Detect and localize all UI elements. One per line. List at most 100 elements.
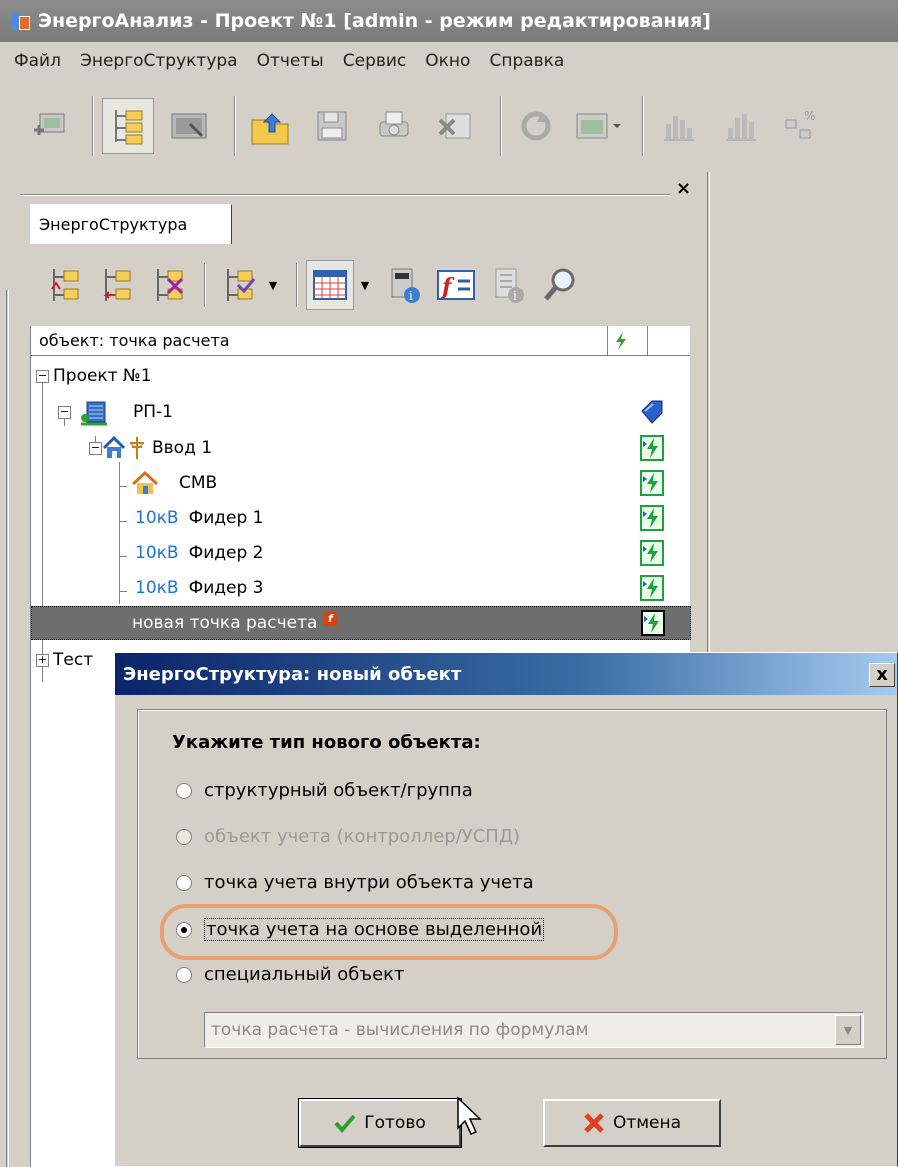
tree-item-label: РП-1: [133, 402, 173, 422]
tree-item-label: Фидер 3: [188, 578, 264, 598]
tree-add-down-icon[interactable]: [92, 260, 140, 310]
radio-icon[interactable]: [176, 966, 192, 983]
menu-file[interactable]: Файл: [14, 51, 61, 71]
tree-item-smv[interactable]: СМВ: [31, 465, 691, 501]
menu-window[interactable]: Окно: [425, 51, 470, 71]
panel-close-icon[interactable]: ×: [676, 178, 691, 199]
house-icon: [102, 435, 126, 458]
power-pole-icon: [129, 437, 145, 459]
add-window-icon[interactable]: [22, 98, 74, 154]
tree-item-new-calc-point[interactable]: новая точка расчета f: [31, 606, 691, 640]
console-icon[interactable]: [164, 98, 216, 154]
option-structural-object[interactable]: структурный объект/группа: [176, 780, 473, 801]
tree-item-feeder3[interactable]: 10кВ Фидер 3: [31, 570, 691, 606]
voltage-label: 10кВ: [135, 578, 179, 598]
svg-text:%: %: [804, 109, 815, 123]
option-point-inside-object[interactable]: точка учета внутри объекта учета: [176, 872, 534, 893]
tree-check-icon[interactable]: [214, 260, 262, 310]
structure-toolbar: ▼ ▼ i f i: [30, 246, 690, 324]
tree-add-up-icon[interactable]: [40, 260, 88, 310]
dock-grip[interactable]: [20, 194, 670, 196]
tree-item-label: Тест: [53, 650, 94, 670]
chevron-down-icon: ▼: [835, 1015, 861, 1045]
mouse-cursor-icon: [457, 1096, 482, 1135]
energy-status-icon: [640, 505, 664, 531]
menu-help[interactable]: Справка: [489, 51, 564, 71]
tree-view-icon[interactable]: [102, 98, 154, 154]
svg-text:i: i: [409, 289, 413, 303]
option-label: специальный объект: [204, 964, 405, 985]
tree-item-input1[interactable]: − Ввод 1: [31, 430, 691, 466]
tree-item-feeder1[interactable]: 10кВ Фидер 1: [31, 500, 691, 536]
tree-item-label: Фидер 1: [188, 508, 264, 528]
percent-chart-icon[interactable]: %: [776, 98, 828, 154]
formula-icon[interactable]: f: [432, 260, 480, 310]
collapse-icon[interactable]: −: [89, 441, 102, 455]
cancel-button[interactable]: Отмена: [543, 1099, 721, 1147]
radio-icon[interactable]: [176, 782, 192, 799]
dialog-heading: Укажите тип нового объекта:: [172, 732, 481, 753]
menu-energystructure[interactable]: ЭнергоСтруктура: [80, 51, 238, 71]
meter-info-icon[interactable]: i: [380, 260, 428, 310]
table-view-icon[interactable]: [306, 260, 354, 310]
done-button-label: Готово: [364, 1113, 426, 1133]
dialog-title: ЭнергоСтруктура: новый объект: [123, 663, 462, 685]
option-label: точка учета внутри объекта учета: [204, 872, 534, 893]
upload-icon[interactable]: [244, 98, 296, 154]
done-button[interactable]: Готово: [298, 1098, 462, 1148]
app-title-bar[interactable]: ЭнергоАнализ - Проект №1 [admin - режим …: [0, 0, 898, 42]
checkmark-icon: [334, 1114, 356, 1133]
cancel-button-label: Отмена: [612, 1113, 682, 1133]
tree-item-rp1[interactable]: − РП-1: [31, 394, 691, 430]
house-icon: [131, 470, 159, 494]
tab-label: ЭнергоСтруктура: [39, 215, 188, 234]
energy-status-icon: [640, 540, 664, 566]
cross-icon: [584, 1113, 604, 1133]
collapse-icon[interactable]: −: [58, 405, 71, 419]
radio-icon[interactable]: [176, 874, 192, 891]
new-object-dialog: ЭнергоСтруктура: новый объект x Укажите …: [114, 652, 898, 1167]
energy-status-icon: [640, 470, 664, 496]
formula-badge-icon: f: [323, 612, 338, 626]
select-value: точка расчета - вычисления по формулам: [211, 1020, 589, 1040]
excel-icon[interactable]: [430, 98, 482, 154]
option-special-object[interactable]: специальный объект: [176, 964, 405, 985]
tab-energystructure[interactable]: ЭнергоСтруктура: [30, 204, 232, 244]
chevron-down-icon[interactable]: ▼: [266, 278, 280, 292]
tree-item-project[interactable]: − Проект №1: [31, 358, 691, 394]
option-label: структурный объект/группа: [204, 780, 473, 801]
tree-item-feeder2[interactable]: 10кВ Фидер 2: [31, 535, 691, 571]
energy-status-icon: [640, 575, 664, 601]
bar-chart-2-icon[interactable]: [714, 98, 766, 154]
tree-delete-icon[interactable]: [144, 260, 192, 310]
bar-chart-icon[interactable]: [652, 98, 704, 154]
svg-text:i: i: [513, 289, 517, 303]
tree-item-label: Фидер 2: [188, 543, 264, 563]
print-icon[interactable]: [368, 98, 420, 154]
energy-status-icon: [641, 610, 665, 636]
menu-service[interactable]: Сервис: [343, 51, 407, 71]
voltage-label: 10кВ: [135, 508, 179, 528]
search-icon[interactable]: [536, 260, 584, 310]
table-dropdown-icon[interactable]: [572, 98, 624, 154]
radio-icon: [176, 828, 192, 845]
menu-reports[interactable]: Отчеты: [257, 51, 324, 71]
dialog-close-button[interactable]: x: [869, 663, 895, 687]
refresh-icon[interactable]: [510, 98, 562, 154]
dialog-title-bar[interactable]: ЭнергоСтруктура: новый объект: [115, 653, 897, 695]
chevron-down-icon[interactable]: ▼: [358, 278, 372, 292]
lightning-icon: [616, 332, 626, 350]
column-header-label: объект: точка расчета: [39, 331, 230, 350]
object-type-group: Укажите тип нового объекта: структурный …: [137, 709, 887, 1059]
tree-item-label: новая точка расчета: [132, 613, 318, 633]
save-icon[interactable]: [306, 98, 358, 154]
menu-bar: Файл ЭнергоСтруктура Отчеты Сервис Окно …: [0, 42, 898, 80]
annotation-highlight: [160, 904, 618, 960]
expand-icon[interactable]: +: [36, 653, 49, 667]
tree-column-header[interactable]: объект: точка расчета: [31, 326, 690, 356]
collapse-icon[interactable]: −: [36, 369, 49, 383]
main-toolbar: %: [0, 84, 898, 168]
calculator-info-icon[interactable]: i: [484, 260, 532, 310]
tree-item-label: Проект №1: [53, 366, 152, 386]
option-label: объект учета (контроллер/УСПД): [204, 826, 520, 847]
